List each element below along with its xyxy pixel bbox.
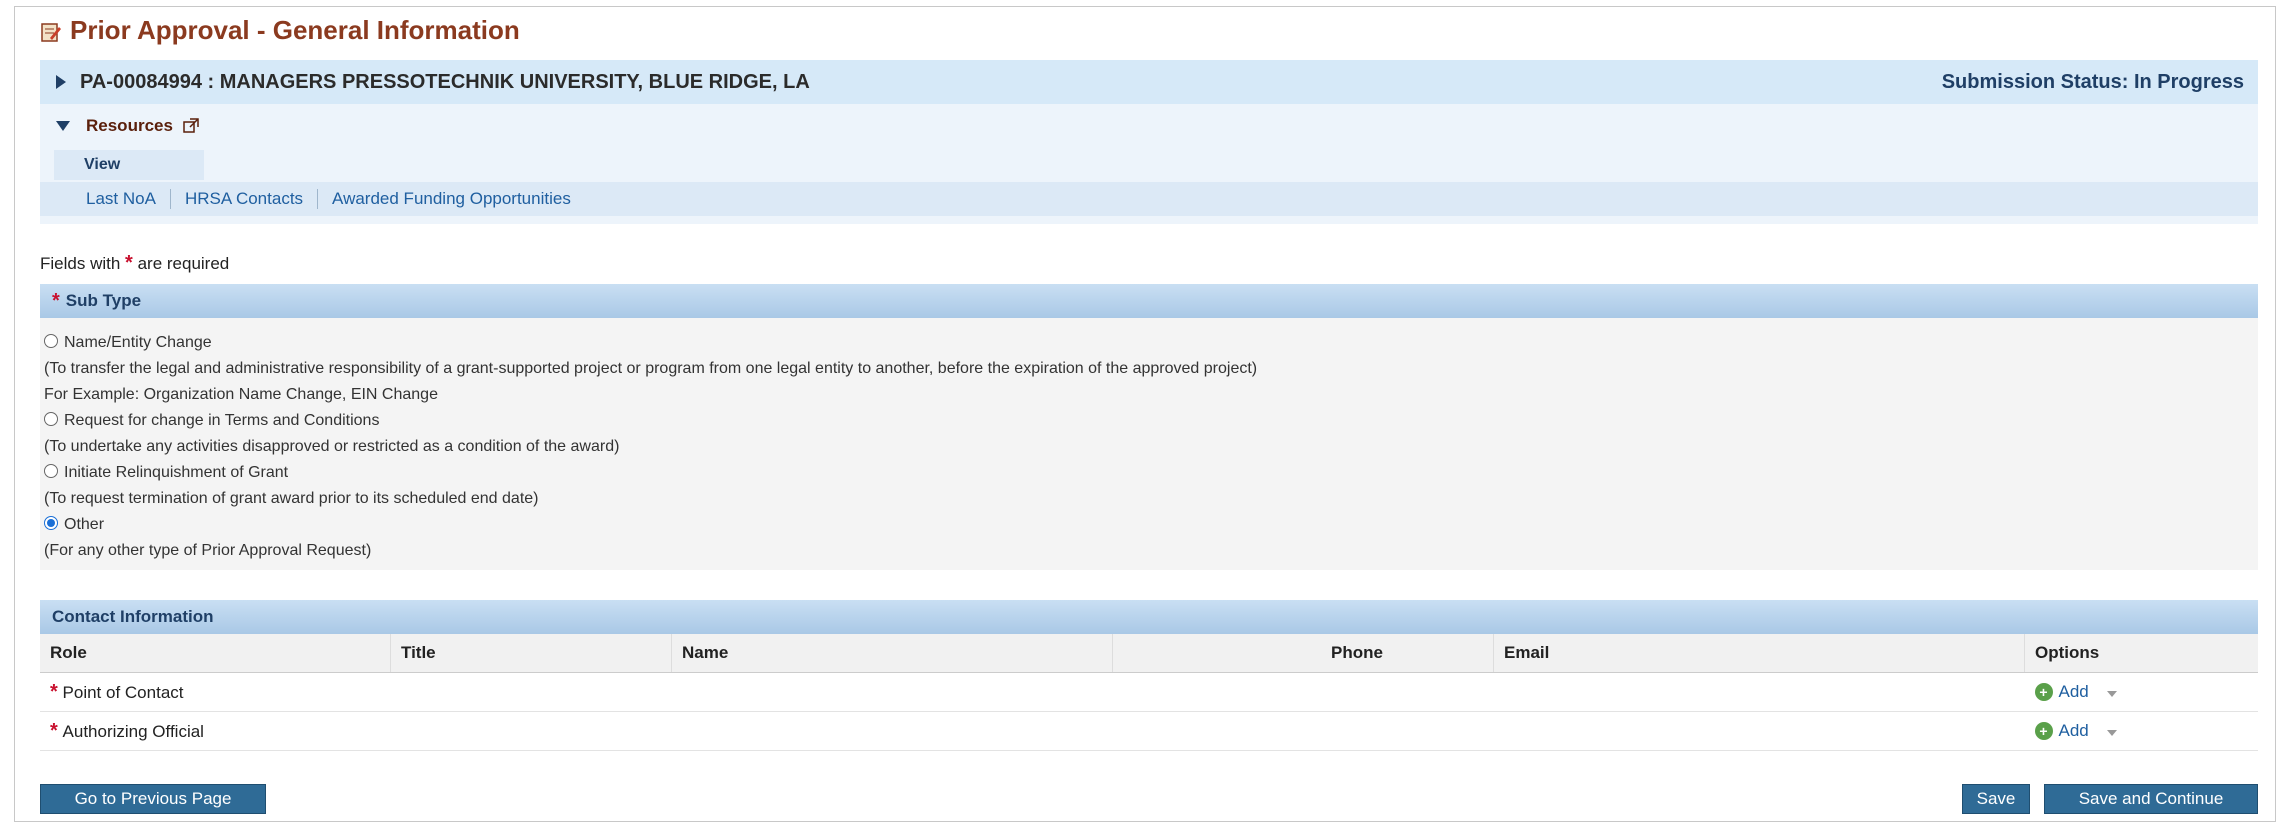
required-star-icon: *	[125, 252, 133, 274]
option-example: For Example: Organization Name Change, E…	[44, 386, 438, 403]
option-relinquishment[interactable]: Initiate Relinquishment of Grant	[40, 460, 2258, 486]
col-name: Name	[671, 634, 1113, 673]
name-cell	[671, 711, 1113, 751]
radio-button[interactable]	[44, 333, 58, 348]
page-title: Prior Approval - General Information	[40, 12, 520, 48]
radio-button-selected[interactable]	[44, 515, 58, 530]
option-label: Initiate Relinquishment of Grant	[64, 464, 289, 481]
required-note-suffix: are required	[137, 254, 230, 273]
option-description: (To transfer the legal and administrativ…	[44, 360, 1258, 377]
link-hrsa-contacts[interactable]: HRSA Contacts	[169, 189, 317, 209]
col-options: Options	[2024, 634, 2258, 673]
col-phone: Phone	[1112, 634, 1494, 673]
phone-cell	[1112, 672, 1494, 712]
role-cell: * Point of Contact	[40, 672, 391, 712]
add-button[interactable]: + Add	[2034, 721, 2089, 741]
role-cell: * Authorizing Official	[40, 711, 391, 751]
role-label: Authorizing Official	[62, 721, 204, 741]
phone-cell	[1112, 711, 1494, 751]
radio-button[interactable]	[44, 411, 58, 426]
col-email: Email	[1493, 634, 2025, 673]
pa-identifier: PA-00084994 : MANAGERS PRESSOTECHNIK UNI…	[80, 70, 810, 93]
contact-info-header: Contact Information	[40, 600, 2258, 634]
title-cell	[390, 711, 672, 751]
subtype-options: Name/Entity Change (To transfer the lega…	[40, 318, 2258, 570]
option-description: (To request termination of grant award p…	[44, 490, 539, 507]
link-last-noa[interactable]: Last NoA	[86, 189, 170, 209]
add-label: Add	[2058, 721, 2089, 740]
submission-status: Submission Status: In Progress	[1941, 70, 2244, 93]
col-role: Role	[40, 634, 391, 673]
option-description: (For any other type of Prior Approval Re…	[44, 542, 372, 559]
resources-label: Resources	[86, 116, 173, 135]
dropdown-arrow-icon[interactable]	[2107, 730, 2118, 736]
table-row: * Authorizing Official + Add	[40, 711, 2258, 751]
contact-info-header-label: Contact Information	[52, 607, 214, 626]
contact-table: Role Title Name Phone Email Options * Po…	[40, 634, 2258, 751]
required-star-icon: *	[50, 719, 58, 742]
expand-caret-icon[interactable]	[56, 75, 66, 89]
required-star-icon: *	[50, 680, 58, 703]
page-title-text: Prior Approval - General Information	[70, 14, 520, 45]
plus-icon: +	[2034, 722, 2053, 740]
col-title: Title	[390, 634, 672, 673]
pa-header-bar[interactable]: PA-00084994 : MANAGERS PRESSOTECHNIK UNI…	[40, 60, 2258, 104]
plus-icon: +	[2034, 683, 2053, 701]
required-star-icon: *	[52, 289, 60, 312]
add-label: Add	[2058, 682, 2089, 701]
option-label: Request for change in Terms and Conditio…	[64, 412, 380, 429]
required-note-prefix: Fields with	[40, 254, 121, 273]
required-fields-note: Fields with * are required	[40, 252, 229, 275]
table-header-row: Role Title Name Phone Email Options	[40, 634, 2258, 673]
option-other[interactable]: Other	[40, 512, 2258, 538]
option-label: Name/Entity Change	[64, 334, 212, 351]
previous-page-button[interactable]: Go to Previous Page	[40, 784, 266, 814]
radio-button[interactable]	[44, 463, 58, 478]
title-cell	[390, 672, 672, 712]
option-name-entity-change[interactable]: Name/Entity Change	[40, 330, 2258, 356]
table-row: * Point of Contact + Add	[40, 672, 2258, 712]
option-description: (To undertake any activities disapproved…	[44, 438, 620, 455]
email-cell	[1493, 672, 2025, 712]
save-button[interactable]: Save	[1962, 784, 2030, 814]
options-cell: + Add	[2024, 672, 2258, 712]
option-label: Other	[64, 516, 105, 533]
tab-view[interactable]: View	[54, 150, 204, 180]
subtype-header: * Sub Type	[40, 284, 2258, 318]
resource-links: Last NoA HRSA Contacts Awarded Funding O…	[40, 182, 2258, 216]
resources-toggle[interactable]: Resources	[56, 116, 199, 136]
subtype-header-label: Sub Type	[65, 291, 142, 310]
link-awarded-funding-opportunities[interactable]: Awarded Funding Opportunities	[317, 189, 585, 209]
edit-document-icon	[40, 19, 62, 42]
email-cell	[1493, 711, 2025, 751]
save-and-continue-button[interactable]: Save and Continue	[2044, 784, 2258, 814]
add-button[interactable]: + Add	[2034, 682, 2089, 702]
option-terms-conditions[interactable]: Request for change in Terms and Conditio…	[40, 408, 2258, 434]
dropdown-arrow-icon[interactable]	[2107, 691, 2118, 697]
role-label: Point of Contact	[62, 682, 184, 702]
resources-panel: Resources View Last NoA HRSA Contacts Aw…	[40, 104, 2258, 224]
name-cell	[671, 672, 1113, 712]
options-cell: + Add	[2024, 711, 2258, 751]
external-link-icon[interactable]	[183, 118, 199, 134]
collapse-caret-icon[interactable]	[56, 121, 70, 131]
